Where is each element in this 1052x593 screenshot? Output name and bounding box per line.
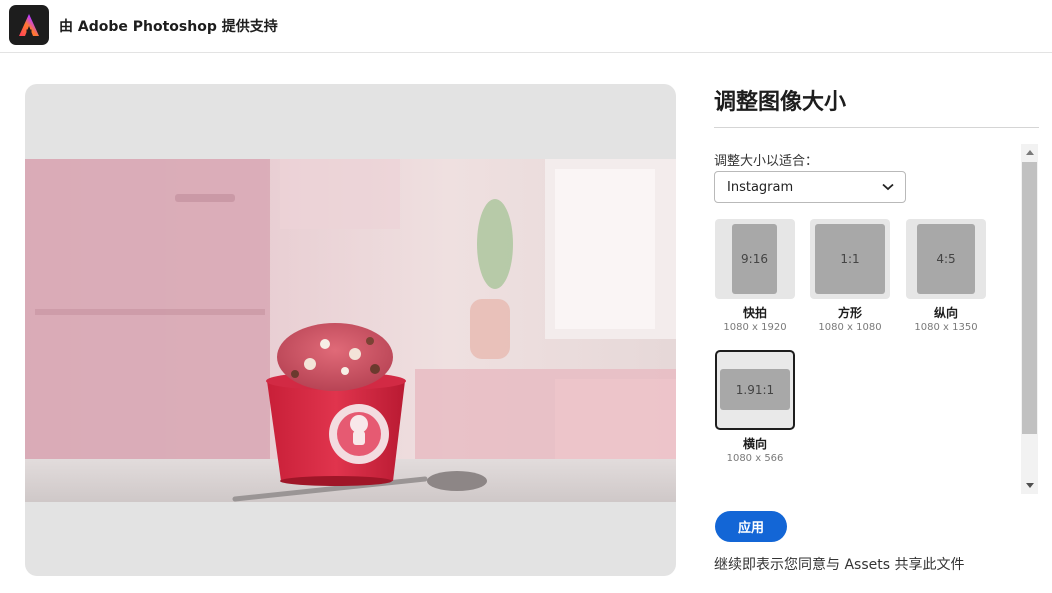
scrollbar-thumb[interactable]	[1022, 162, 1037, 434]
ice-cream-cup-photo-icon	[25, 159, 676, 502]
panel-divider	[714, 127, 1039, 128]
platform-select[interactable]: Instagram	[714, 171, 906, 203]
options-scrollbar[interactable]	[1021, 144, 1038, 494]
size-option-thumb: 4:5	[906, 219, 986, 299]
size-option-thumb: 9:16	[715, 219, 795, 299]
caret-down-icon	[1025, 483, 1034, 488]
ratio-label: 9:16	[732, 224, 777, 294]
adobe-express-logo[interactable]	[9, 5, 49, 45]
apply-button[interactable]: 应用	[715, 511, 787, 542]
platform-select-value: Instagram	[727, 180, 794, 195]
option-name: 快拍	[742, 306, 767, 320]
ratio-label: 1:1	[815, 224, 885, 294]
ice-cream-photo	[25, 159, 676, 502]
size-option-thumb: 1:1	[810, 219, 890, 299]
caret-up-icon	[1025, 150, 1034, 155]
image-preview	[25, 84, 676, 576]
option-dims: 1080 x 1920	[723, 322, 787, 333]
panel-title: 调整图像大小	[714, 90, 847, 115]
scroll-down-arrow[interactable]	[1021, 477, 1038, 494]
consent-text: 继续即表示您同意与 Assets 共享此文件	[714, 557, 965, 573]
option-dims: 1080 x 1350	[914, 322, 978, 333]
option-name: 方形	[837, 306, 862, 320]
adobe-express-logo-icon	[19, 14, 39, 36]
ratio-label: 4:5	[917, 224, 975, 294]
option-name: 横向	[742, 437, 767, 451]
app-header: 由 Adobe Photoshop 提供支持	[0, 0, 1052, 53]
chevron-down-icon	[882, 183, 894, 191]
option-dims: 1080 x 566	[726, 453, 784, 464]
header-title: 由 Adobe Photoshop 提供支持	[59, 19, 278, 35]
option-name: 纵向	[933, 306, 958, 320]
fit-label: 调整大小以适合：	[714, 154, 819, 169]
size-option-thumb-selected: 1.91:1	[715, 350, 795, 430]
ratio-label: 1.91:1	[720, 369, 790, 410]
option-dims: 1080 x 1080	[818, 322, 882, 333]
scroll-up-arrow[interactable]	[1021, 144, 1038, 161]
